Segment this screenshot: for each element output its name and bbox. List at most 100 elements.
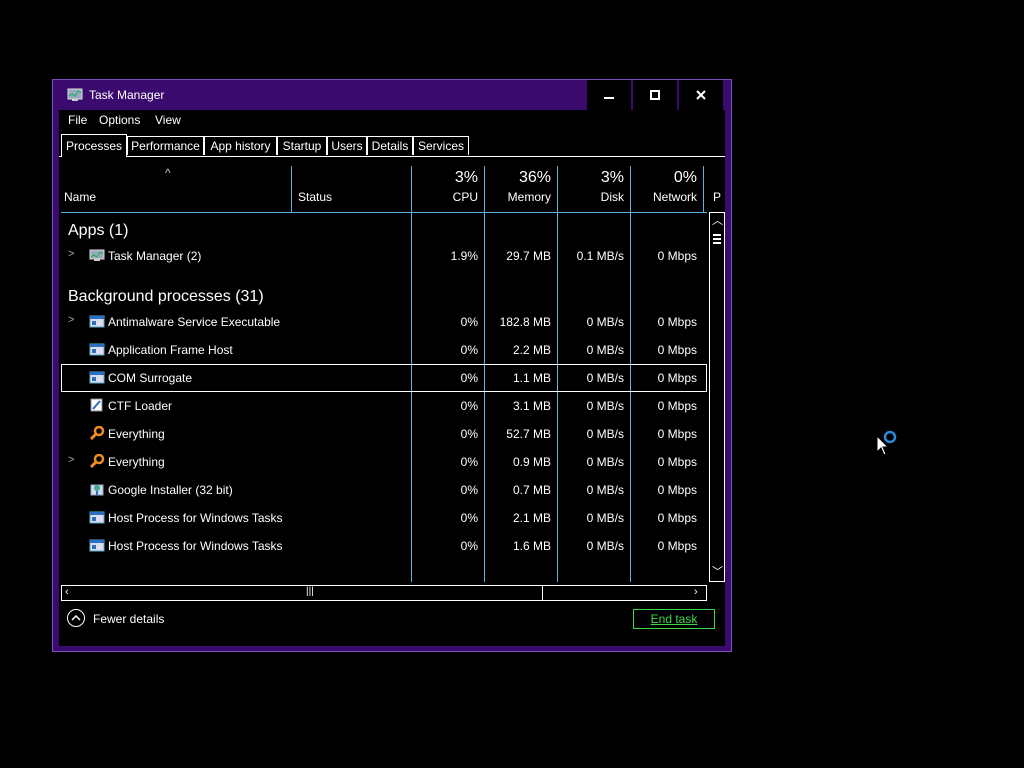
process-name: Application Frame Host xyxy=(108,343,233,357)
table-row[interactable]: Everything 0% 52.7 MB 0 MB/s 0 Mbps xyxy=(61,420,707,448)
disk-value: 0 MB/s xyxy=(586,511,624,525)
tab-performance[interactable]: Performance xyxy=(127,136,204,155)
search-icon xyxy=(89,426,105,440)
memory-value: 0.9 MB xyxy=(512,455,551,469)
maximize-button[interactable] xyxy=(633,80,677,110)
cpu-value: 1.9% xyxy=(450,249,478,263)
process-name: CTF Loader xyxy=(108,399,173,413)
process-name: Google Installer (32 bit) xyxy=(108,483,233,497)
column-power[interactable]: P xyxy=(713,190,721,204)
fewer-details-link[interactable]: Fewer details xyxy=(93,612,164,626)
table-row[interactable]: Application Frame Host 0% 2.2 MB 0 MB/s 0 Mb… xyxy=(61,336,707,364)
task-manager-icon xyxy=(89,249,105,261)
chevron-right-icon[interactable]: > xyxy=(68,248,74,260)
cpu-percent: 3% xyxy=(454,169,478,186)
minimize-button[interactable] xyxy=(587,80,631,110)
menu-file[interactable]: File xyxy=(68,113,87,127)
process-name: Everything xyxy=(108,427,165,441)
footer-bar: Fewer details End task xyxy=(59,606,725,646)
memory-value: 1.1 MB xyxy=(512,371,551,385)
busy-cursor-icon xyxy=(876,430,897,456)
vertical-scrollbar[interactable]: ︿ ﹀ xyxy=(709,212,725,582)
cpu-value: 0% xyxy=(460,455,478,469)
table-row[interactable]: > Antimalware Service Executable 0% 182.8 M… xyxy=(61,308,707,336)
memory-value: 52.7 MB xyxy=(506,427,551,441)
cpu-value: 0% xyxy=(460,511,478,525)
minimize-icon xyxy=(604,97,614,99)
network-value: 0 Mbps xyxy=(657,371,697,385)
window-icon xyxy=(89,343,105,356)
cpu-value: 0% xyxy=(460,399,478,413)
search-icon xyxy=(89,454,105,468)
hscroll-thumb[interactable]: ||| xyxy=(76,586,543,600)
window-title: Task Manager xyxy=(89,88,165,102)
cpu-value: 0% xyxy=(460,343,478,357)
disk-percent: 3% xyxy=(600,169,624,186)
scroll-down-icon[interactable]: ﹀ xyxy=(712,563,723,579)
pen-icon xyxy=(90,398,103,412)
installer-icon xyxy=(90,484,104,496)
table-row[interactable]: > Everything 0% 0.9 MB 0 MB/s 0 Mbps xyxy=(61,448,707,476)
window-icon xyxy=(89,371,105,384)
chevron-right-icon[interactable]: > xyxy=(68,314,74,326)
scroll-right-icon[interactable]: › xyxy=(694,586,698,598)
tab-startup[interactable]: Startup xyxy=(277,136,327,155)
column-cpu[interactable]: CPU xyxy=(411,190,478,204)
memory-percent: 36% xyxy=(518,169,551,186)
chevron-right-icon[interactable]: > xyxy=(68,454,74,466)
task-manager-icon xyxy=(67,88,83,101)
group-apps: Apps (1) xyxy=(68,222,129,239)
disk-value: 0 MB/s xyxy=(586,427,624,441)
table-row[interactable]: COM Surrogate 0% 1.1 MB 0 MB/s 0 Mbps xyxy=(61,364,707,392)
table-row[interactable]: Google Installer (32 bit) 0% 0.7 MB 0 MB/s 0… xyxy=(61,476,707,504)
horizontal-scrollbar[interactable]: ‹ ||| › xyxy=(61,585,707,601)
menu-view[interactable]: View xyxy=(155,113,181,127)
cpu-value: 0% xyxy=(460,315,478,329)
tab-processes[interactable]: Processes xyxy=(61,134,127,157)
tab-services[interactable]: Services xyxy=(413,136,469,155)
cpu-value: 0% xyxy=(460,427,478,441)
table-row[interactable]: > Task Manager (2) 1.9% 29.7 MB 0.1 MB/s 0 Mb… xyxy=(61,242,707,270)
scroll-up-icon[interactable]: ︿ xyxy=(712,212,723,228)
window-icon xyxy=(89,511,105,524)
title-bar[interactable]: Task Manager xyxy=(53,80,731,110)
disk-value: 0 MB/s xyxy=(586,399,624,413)
network-value: 0 Mbps xyxy=(657,315,697,329)
process-name: Host Process for Windows Tasks xyxy=(108,511,283,525)
close-button[interactable] xyxy=(679,80,723,110)
column-name[interactable]: Name xyxy=(64,190,96,204)
end-task-button[interactable]: End task xyxy=(633,609,715,629)
group-background: Background processes (31) xyxy=(68,288,264,305)
scroll-left-icon[interactable]: ‹ xyxy=(65,586,69,598)
column-disk[interactable]: Disk xyxy=(557,190,624,204)
scroll-thumb[interactable] xyxy=(713,233,721,244)
network-value: 0 Mbps xyxy=(657,539,697,553)
tab-app-history[interactable]: App history xyxy=(204,136,277,155)
cpu-value: 0% xyxy=(460,483,478,497)
menu-options[interactable]: Options xyxy=(99,113,140,127)
column-network[interactable]: Network xyxy=(630,190,697,204)
process-name: Host Process for Windows Tasks xyxy=(108,539,283,553)
table-row[interactable]: Host Process for Windows Tasks 0% 1.6 MB 0 … xyxy=(61,532,707,560)
column-status[interactable]: Status xyxy=(298,190,332,204)
network-value: 0 Mbps xyxy=(657,511,697,525)
memory-value: 2.2 MB xyxy=(512,343,551,357)
tab-details[interactable]: Details xyxy=(367,136,413,155)
table-row[interactable]: CTF Loader 0% 3.1 MB 0 MB/s 0 Mbps xyxy=(61,392,707,420)
column-memory[interactable]: Memory xyxy=(484,190,551,204)
memory-value: 1.6 MB xyxy=(512,539,551,553)
process-name: Everything xyxy=(108,455,165,469)
memory-value: 3.1 MB xyxy=(512,399,551,413)
window-icon xyxy=(89,315,105,328)
network-percent: 0% xyxy=(673,169,697,186)
chevron-up-icon[interactable] xyxy=(67,609,85,627)
disk-value: 0 MB/s xyxy=(586,539,624,553)
table-row[interactable]: Host Process for Windows Tasks 0% 2.1 MB 0 … xyxy=(61,504,707,532)
network-value: 0 Mbps xyxy=(657,427,697,441)
network-value: 0 Mbps xyxy=(657,399,697,413)
disk-value: 0 MB/s xyxy=(586,455,624,469)
tab-users[interactable]: Users xyxy=(327,136,367,155)
process-table: ^ Name Status 3% CPU 36% Memory 3% Disk … xyxy=(61,166,721,582)
sort-up-icon: ^ xyxy=(165,166,171,180)
window-icon xyxy=(89,539,105,552)
